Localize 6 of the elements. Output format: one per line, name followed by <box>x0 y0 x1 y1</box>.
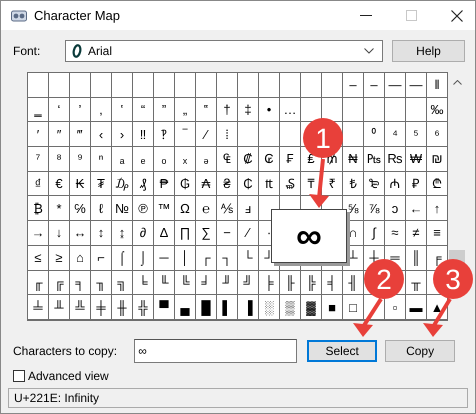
characters-to-copy-label: Characters to copy: <box>13 344 118 358</box>
advanced-view-label: Advanced view <box>28 369 109 383</box>
window-title: Character Map <box>34 8 120 23</box>
magnified-character-tooltip: ∞ <box>271 209 347 263</box>
font-label: Font: <box>13 44 42 58</box>
status-bar: U+221E: Infinity <box>8 388 468 408</box>
